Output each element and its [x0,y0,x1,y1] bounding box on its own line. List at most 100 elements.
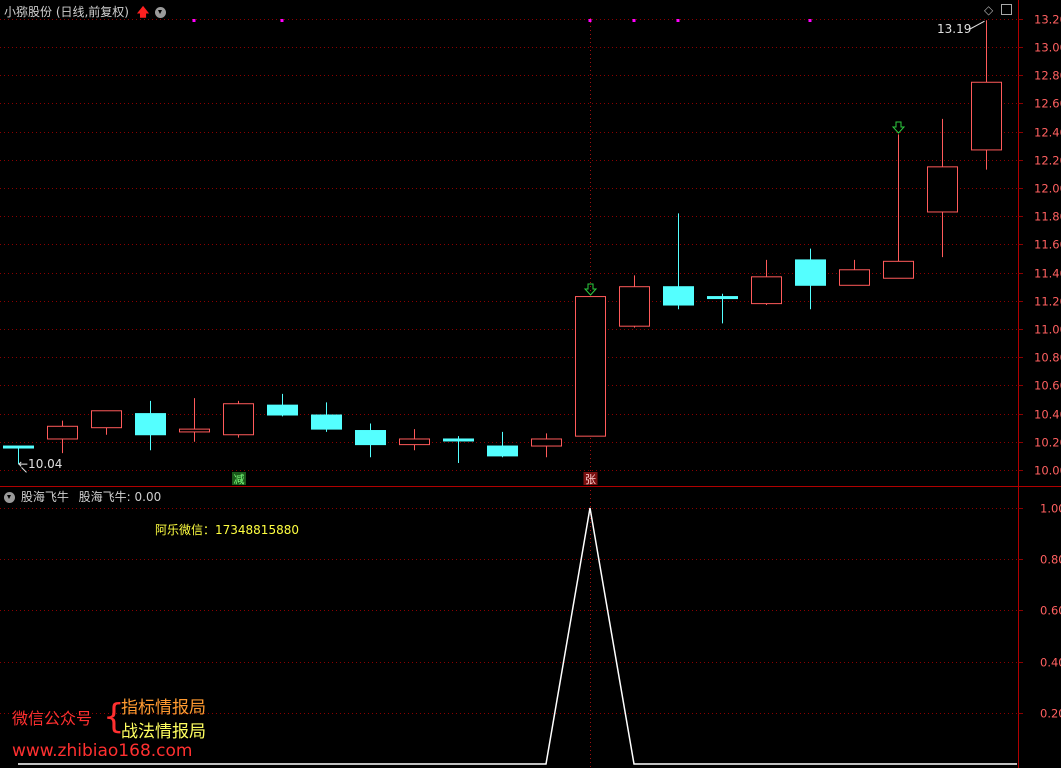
high-pointer-line [969,20,985,30]
watermark-label: 微信公众号 [12,709,93,728]
candle [267,393,298,417]
y-tick-label: 11.80 [1034,210,1061,224]
candle-body [47,425,78,440]
indicator-header: 股海飞牛 股海飞牛: 0.00 [4,488,161,505]
candle-body [399,438,430,446]
y-tick-label: 10.80 [1034,351,1061,365]
candle-body [267,404,298,416]
watermark-name-1: 指标情报局 [121,698,206,718]
rise-badge: 张 [583,472,598,486]
reduce-badge: 减 [232,472,246,486]
candle-body [575,296,606,437]
badge-text: 减 [234,473,245,486]
candle [795,248,826,310]
y-tick-label: 0.80 [1040,553,1061,567]
signal-dot [280,19,284,22]
contact-annotation: 阿乐微信：17348815880 [155,523,299,537]
candle-body [839,269,870,286]
panel-borders [0,0,1061,768]
signal-dot [632,19,636,22]
candle-body [3,445,34,449]
signal-dot [192,19,196,22]
candle [751,259,782,306]
candle [971,20,1002,170]
down-arrow-icon [891,121,906,134]
candle-body [927,166,958,213]
candle [663,213,694,310]
y-tick-label: 12.80 [1034,69,1061,83]
candle [707,293,738,324]
badge-text: 张 [585,473,596,486]
diamond-icon[interactable]: ◇ [984,3,993,17]
signal-dot [808,19,812,22]
y-tick-label: 10.40 [1034,408,1061,422]
signal-dot [676,19,680,22]
candle-body [135,413,166,436]
y-tick-label: 0.60 [1040,604,1061,618]
candle [487,431,518,458]
y-tick-label: 11.00 [1034,323,1061,337]
y-tick-label: 1.00 [1040,502,1061,516]
candle-body [883,260,914,279]
candle-body [443,438,474,442]
watermark-name-2: 战法情报局 [121,722,206,742]
candle [443,436,474,463]
candle-body [223,403,254,436]
signal-dots [192,19,812,22]
candle-body [531,438,562,447]
low-price-label: ←10.04 [18,457,62,471]
arrow-shape [891,121,906,134]
y-tick-label: 10.60 [1034,379,1061,393]
y-tick-label: 10.20 [1034,436,1061,450]
candle-body [971,81,1002,151]
chevron-down-icon[interactable] [155,7,166,18]
candle [179,398,210,442]
main-y-axis: 10.00 10.20 10.40 10.60 10.80 11.00 11.20 11.40… [1018,13,1061,478]
candle [531,433,562,458]
watermark-url: www.zhibiao168.com [12,741,193,761]
chart-header: 小猕股份 (日线,前复权) 🡅 [4,3,166,24]
indicator-name: 股海飞牛 [20,490,69,504]
y-tick-label: 10.00 [1034,464,1061,478]
candle [311,402,342,432]
candle-body [619,286,650,327]
candle [883,134,914,279]
candlestick-series [3,20,1002,465]
indicator-grid [0,508,1018,714]
panel-controls: ◇ [984,3,1013,17]
down-arrow-icon [583,283,598,296]
y-tick-label: 11.40 [1034,267,1061,281]
stock-chart[interactable]: 10.00 10.20 10.40 10.60 10.80 11.00 11.20 11.40… [0,0,1061,768]
candle-body [707,296,738,300]
candle-body [751,276,782,305]
y-tick-label: 12.60 [1034,97,1061,111]
candle-body [355,430,386,446]
candle [223,400,254,438]
indicator-y-axis: 0.20 0.40 0.60 0.80 1.00 [1018,502,1061,721]
candle [839,259,870,286]
candle [619,275,650,328]
signal-dot [588,19,592,22]
high-price-label: 13.19 [937,22,971,36]
main-grid [0,19,1018,471]
chevron-down-icon[interactable] [4,492,15,503]
y-tick-label: 13.00 [1034,41,1061,55]
panel-toggle-icon[interactable] [1001,4,1013,15]
chart-title: 小猕股份 (日线,前复权) [4,5,129,19]
candle [575,296,606,437]
candle [927,118,958,258]
y-tick-label: 11.20 [1034,295,1061,309]
arrow-shape [583,283,598,296]
y-tick-label: 12.20 [1034,154,1061,168]
candle-body [91,410,122,429]
y-tick-label: 13.20 [1034,13,1061,27]
candle-body [311,414,342,430]
candle [47,420,78,454]
y-tick-label: 12.40 [1034,126,1061,140]
indicator-value: 股海飞牛: 0.00 [78,490,162,504]
y-tick-label: 0.20 [1040,707,1061,721]
candle [355,423,386,458]
candle [91,410,122,435]
y-tick-label: 0.40 [1040,656,1061,670]
candle-body [795,259,826,286]
